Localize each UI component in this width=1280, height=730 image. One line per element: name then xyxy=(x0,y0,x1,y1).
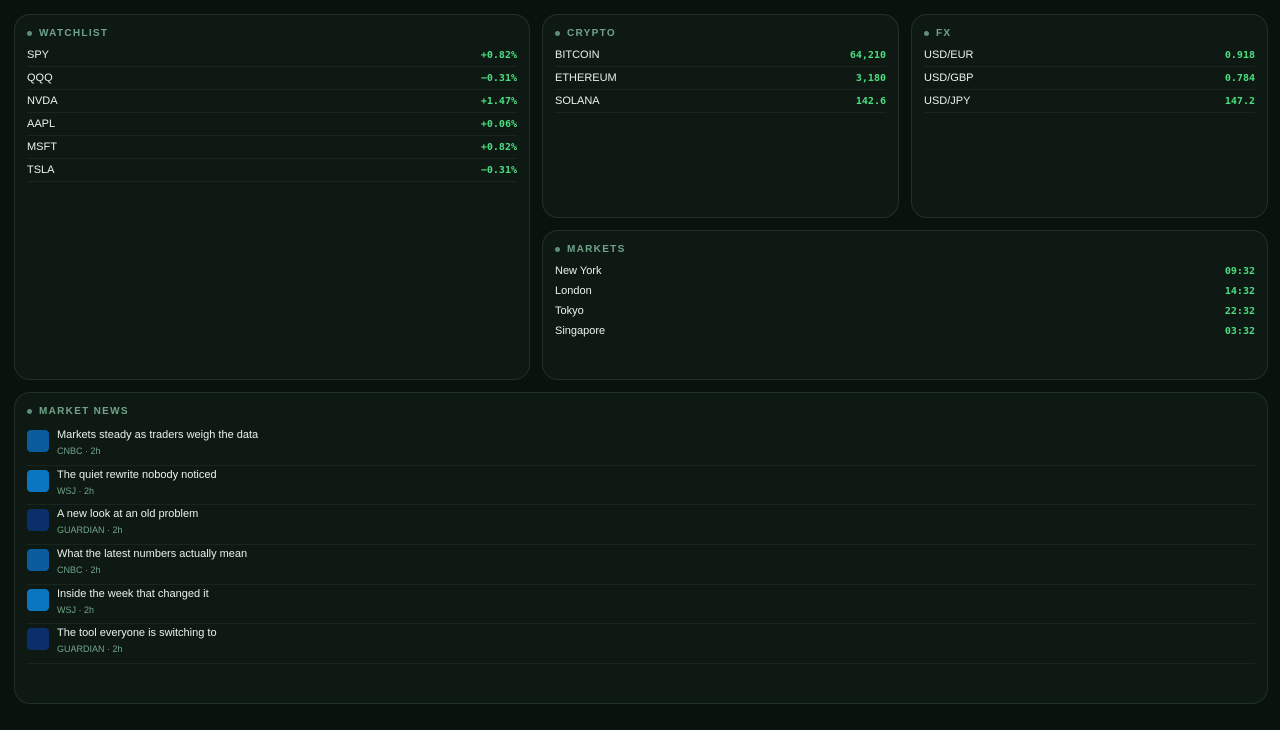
crypto-panel: CRYPTO BITCOIN 64,210 ETHEREUM 3,180 SOLAN… xyxy=(542,14,899,218)
fx-pair: USD/EUR xyxy=(924,49,974,61)
fx-row[interactable]: USD/JPY 147.2 xyxy=(924,90,1255,113)
fx-title: FX xyxy=(924,28,1255,39)
watchlist-row[interactable]: TSLA −0.31% xyxy=(27,159,517,182)
news-headline[interactable]: The tool everyone is switching to xyxy=(57,627,217,640)
market-time: 03:32 xyxy=(1224,325,1255,337)
market-city: Singapore xyxy=(555,325,606,337)
news-headline[interactable]: Markets steady as traders weigh the data xyxy=(57,429,258,442)
ticker-symbol: SPY xyxy=(27,49,50,61)
watchlist-row[interactable]: SPY +0.82% xyxy=(27,44,517,67)
watchlist-panel: WATCHLIST SPY +0.82% QQQ −0.31% NVDA +1.47%… xyxy=(14,14,530,380)
watchlist-row[interactable]: MSFT +0.82% xyxy=(27,136,517,159)
fx-pair: USD/JPY xyxy=(924,95,971,107)
news-meta: WSJ · 2h xyxy=(57,485,95,496)
news-headline[interactable]: Inside the week that changed it xyxy=(57,588,209,601)
market-city: Tokyo xyxy=(555,305,584,317)
news-item[interactable]: The quiet rewrite nobody noticed WSJ · 2h xyxy=(27,466,1255,506)
fx-rate: 0.918 xyxy=(1224,49,1255,61)
watchlist-row[interactable]: AAPL +0.06% xyxy=(27,113,517,136)
news-meta: CNBC · 2h xyxy=(57,446,101,456)
markets-title: MARKETS xyxy=(555,244,1255,255)
news-item[interactable]: What the latest numbers actually mean CNB… xyxy=(27,545,1255,585)
ticker-change: +0.82% xyxy=(480,141,517,153)
bullet-dot-icon xyxy=(555,31,560,36)
market-clock-row: London 14:32 xyxy=(555,281,1255,301)
market-time: 09:32 xyxy=(1224,265,1255,277)
ticker-change: −0.31% xyxy=(480,164,517,176)
news-item[interactable]: The tool everyone is switching to GUARDIA… xyxy=(27,624,1255,665)
coin-name: ETHEREUM xyxy=(555,72,617,84)
news-meta: GUARDIAN · 2h xyxy=(57,644,123,655)
coin-price: 64,210 xyxy=(849,49,886,61)
market-city: London xyxy=(555,285,592,297)
fx-rate: 0.784 xyxy=(1224,72,1255,84)
ticker-symbol: TSLA xyxy=(27,164,55,176)
market-clock-row: Tokyo 22:32 xyxy=(555,301,1255,321)
crypto-title: CRYPTO xyxy=(555,28,886,39)
fx-panel: FX USD/EUR 0.918 USD/GBP 0.784 USD/JPY 147.… xyxy=(911,14,1268,218)
coin-price: 142.6 xyxy=(855,95,886,107)
ticker-change: +0.06% xyxy=(480,118,517,130)
ticker-symbol: MSFT xyxy=(27,141,57,153)
news-headline[interactable]: What the latest numbers actually mean xyxy=(57,548,247,561)
news-thumbnail xyxy=(27,430,49,452)
news-thumbnail xyxy=(27,549,49,572)
news-meta: CNBC · 2h xyxy=(57,565,101,576)
crypto-row[interactable]: BITCOIN 64,210 xyxy=(555,44,886,67)
watchlist-row[interactable]: QQQ −0.31% xyxy=(27,67,517,90)
ticker-symbol: QQQ xyxy=(27,72,53,84)
bullet-dot-icon xyxy=(924,31,929,36)
bullet-dot-icon xyxy=(555,247,560,252)
ticker-change: +0.82% xyxy=(480,49,517,61)
bullet-dot-icon xyxy=(27,409,32,414)
bullet-dot-icon xyxy=(27,31,32,36)
market-time: 22:32 xyxy=(1224,305,1255,317)
news-item[interactable]: Markets steady as traders weigh the data… xyxy=(27,426,1255,466)
fx-rate: 147.2 xyxy=(1224,95,1255,107)
fx-row[interactable]: USD/GBP 0.784 xyxy=(924,67,1255,90)
fx-pair: USD/GBP xyxy=(924,72,974,84)
news-thumbnail xyxy=(27,588,49,611)
market-news-panel: MARKET NEWS Markets steady as traders we… xyxy=(14,392,1268,704)
watchlist-title: WATCHLIST xyxy=(27,28,517,39)
watchlist-row[interactable]: NVDA +1.47% xyxy=(27,90,517,113)
market-news-title: MARKET NEWS xyxy=(27,406,1255,417)
news-headline[interactable]: A new look at an old problem xyxy=(57,508,198,521)
coin-price: 3,180 xyxy=(855,72,886,84)
news-thumbnail xyxy=(27,509,49,532)
news-item[interactable]: A new look at an old problem GUARDIAN · 2… xyxy=(27,505,1255,546)
market-city: New York xyxy=(555,265,602,277)
news-thumbnail xyxy=(27,628,49,651)
crypto-row[interactable]: SOLANA 142.6 xyxy=(555,90,886,113)
market-clock-row: New York 09:32 xyxy=(555,261,1255,281)
news-headline[interactable]: The quiet rewrite nobody noticed xyxy=(57,469,217,482)
market-time: 14:32 xyxy=(1224,285,1255,297)
ticker-change: +1.47% xyxy=(480,95,517,107)
coin-name: SOLANA xyxy=(555,95,600,107)
ticker-symbol: NVDA xyxy=(27,95,58,107)
markets-panel: MARKETS New York 09:32 London 14:32 Tokyo 2… xyxy=(542,230,1268,380)
fx-row[interactable]: USD/EUR 0.918 xyxy=(924,44,1255,67)
ticker-change: −0.31% xyxy=(480,72,517,84)
news-thumbnail xyxy=(27,469,49,492)
news-meta: GUARDIAN · 2h xyxy=(57,525,123,536)
coin-name: BITCOIN xyxy=(555,49,600,61)
news-item[interactable]: Inside the week that changed it WSJ · 2h xyxy=(27,585,1255,625)
market-clock-row: Singapore 03:32 xyxy=(555,321,1255,341)
crypto-row[interactable]: ETHEREUM 3,180 xyxy=(555,67,886,90)
ticker-symbol: AAPL xyxy=(27,118,56,130)
news-meta: WSJ · 2h xyxy=(57,604,95,615)
